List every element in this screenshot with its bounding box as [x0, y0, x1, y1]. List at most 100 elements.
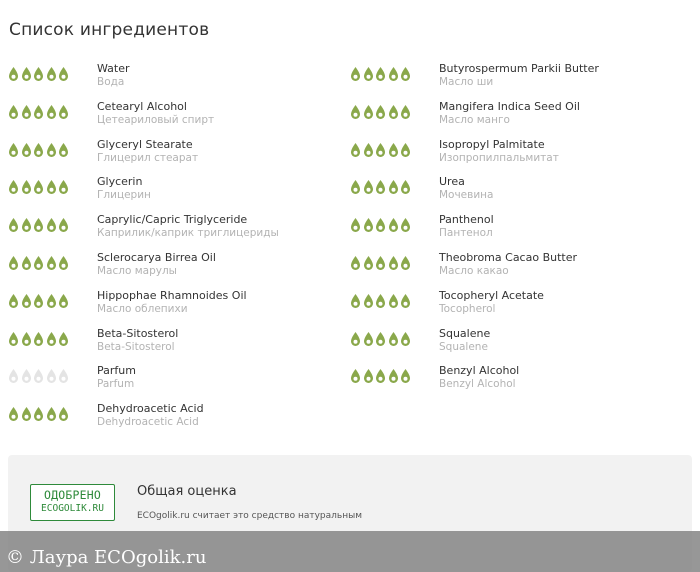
ingredient-item[interactable]: Parfum Parfum [8, 362, 348, 400]
approved-badge: ОДОБРЕНО ECOGOLIK.RU [30, 484, 115, 521]
leaf-icon [21, 293, 32, 309]
leaf-icon [21, 104, 32, 120]
ingredient-name: Caprylic/Capric Triglyceride [97, 213, 248, 227]
rating-leaves [350, 293, 414, 311]
ingredient-item[interactable]: Glycerin Глицерин [8, 173, 348, 211]
leaf-icon [388, 66, 399, 82]
leaf-icon [8, 331, 19, 347]
leaf-icon [21, 142, 32, 158]
ingredient-name: Isopropyl Palmitate [439, 137, 545, 151]
leaf-icon [33, 179, 44, 195]
ingredient-item[interactable]: Butyrospermum Parkii Butter Масло ши [350, 60, 690, 98]
leaf-icon [375, 217, 386, 233]
leaf-icon [8, 66, 19, 82]
ingredient-item[interactable]: Panthenol Пантенол [350, 211, 690, 249]
ingredient-name: Water [97, 62, 130, 75]
ingredient-translation: Масло облепихи [97, 302, 188, 315]
leaf-icon [388, 331, 399, 347]
rating-leaves [350, 331, 414, 349]
leaf-icon [350, 255, 361, 271]
ingredient-translation: Цетеариловый спирт [97, 113, 215, 126]
ingredient-translation: Каприлик/каприк триглицериды [97, 227, 279, 240]
ingredient-column-left: Water Вода Cetearyl Alcohol Цетеариловый сп… [8, 60, 348, 438]
leaf-icon [21, 217, 32, 233]
ingredient-name: Beta-Sitosterol [97, 326, 179, 340]
ingredient-translation: Мочевина [439, 189, 494, 202]
leaf-icon [8, 142, 19, 158]
ingredient-item[interactable]: Water Вода [8, 60, 348, 98]
leaf-icon [388, 179, 399, 195]
ingredient-item[interactable]: Mangifera Indica Seed Oil Масло манго [350, 98, 690, 136]
leaf-icon [363, 142, 374, 158]
ingredient-name: Mangifera Indica Seed Oil [439, 99, 580, 113]
rating-leaves [350, 66, 414, 84]
page-title: Список ингредиентов [9, 20, 210, 40]
ingredient-item[interactable]: Hippophae Rhamnoides Oil Масло облепихи [8, 287, 348, 325]
ingredient-name: Cetearyl Alcohol [97, 99, 187, 113]
ingredient-name: Tocopheryl Acetate [439, 288, 544, 302]
rating-leaves [350, 142, 414, 160]
leaf-icon [21, 331, 32, 347]
leaf-icon [388, 104, 399, 120]
leaf-icon [400, 255, 411, 271]
ingredient-name: Glycerin [97, 175, 143, 189]
leaf-icon [33, 217, 44, 233]
ingredient-item[interactable]: Squalene Squalene [350, 325, 690, 363]
summary-text: ECOgolik.ru считает это средство натурал… [137, 511, 362, 521]
leaf-icon [375, 66, 386, 82]
ingredient-translation: Глицерин [97, 189, 151, 202]
leaf-icon [58, 179, 69, 195]
leaf-icon [8, 293, 19, 309]
ingredient-translation: Глицерил стеарат [97, 151, 199, 164]
ingredient-column-right: Butyrospermum Parkii Butter Масло ши Mangi… [350, 60, 690, 400]
leaf-icon [8, 255, 19, 271]
ingredient-item[interactable]: Tocopheryl Acetate Tocopherol [350, 287, 690, 325]
leaf-icon [33, 406, 44, 422]
ingredient-translation: Масло ши [439, 76, 494, 88]
rating-leaves [8, 217, 72, 235]
leaf-icon [46, 406, 57, 422]
ingredient-item[interactable]: Sclerocarya Birrea Oil Масло марулы [8, 249, 348, 287]
leaf-icon [46, 255, 57, 271]
ingredient-translation: Parfum [97, 378, 135, 391]
ingredient-translation: Масло манго [439, 113, 510, 126]
leaf-icon [46, 293, 57, 309]
ingredient-item[interactable]: Benzyl Alcohol Benzyl Alcohol [350, 362, 690, 400]
ingredient-item[interactable]: Beta-Sitosterol Beta-Sitosterol [8, 325, 348, 363]
leaf-icon [375, 331, 386, 347]
ingredient-translation: Вода [97, 76, 125, 88]
leaf-icon [8, 179, 19, 195]
ingredient-item[interactable]: Theobroma Cacao Butter Масло какао [350, 249, 690, 287]
leaf-icon [21, 66, 32, 82]
leaf-icon [46, 217, 57, 233]
rating-leaves [8, 368, 72, 386]
ingredient-item[interactable]: Glyceryl Stearate Глицерил стеарат [8, 136, 348, 174]
leaf-icon [46, 66, 57, 82]
leaf-icon [58, 66, 69, 82]
leaf-icon [400, 179, 411, 195]
leaf-icon [33, 142, 44, 158]
ingredient-name: Butyrospermum Parkii Butter [439, 62, 599, 75]
leaf-icon [388, 368, 399, 384]
ingredient-item[interactable]: Caprylic/Capric Triglyceride Каприлик/кап… [8, 211, 348, 249]
ingredient-item[interactable]: Dehydroacetic Acid Dehydroacetic Acid [8, 400, 348, 438]
leaf-icon [46, 104, 57, 120]
rating-leaves [8, 66, 72, 84]
leaf-icon [58, 142, 69, 158]
leaf-icon [350, 368, 361, 384]
leaf-icon [363, 179, 374, 195]
leaf-icon [350, 104, 361, 120]
ingredient-name: Parfum [97, 364, 136, 378]
ingredient-translation: Dehydroacetic Acid [97, 416, 199, 429]
leaf-icon [58, 293, 69, 309]
badge-line1: ОДОБРЕНО [44, 488, 101, 502]
rating-leaves [350, 217, 414, 235]
leaf-icon [400, 368, 411, 384]
ingredient-translation: Масло какао [439, 264, 509, 277]
ingredient-item[interactable]: Cetearyl Alcohol Цетеариловый спирт [8, 98, 348, 136]
ingredient-item[interactable]: Isopropyl Palmitate Изопропилпальмитат [350, 136, 690, 174]
leaf-icon [400, 293, 411, 309]
watermark-bar: © Лаура ECOgolik.ru [0, 531, 700, 572]
ingredient-item[interactable]: Urea Мочевина [350, 173, 690, 211]
leaf-icon [58, 406, 69, 422]
